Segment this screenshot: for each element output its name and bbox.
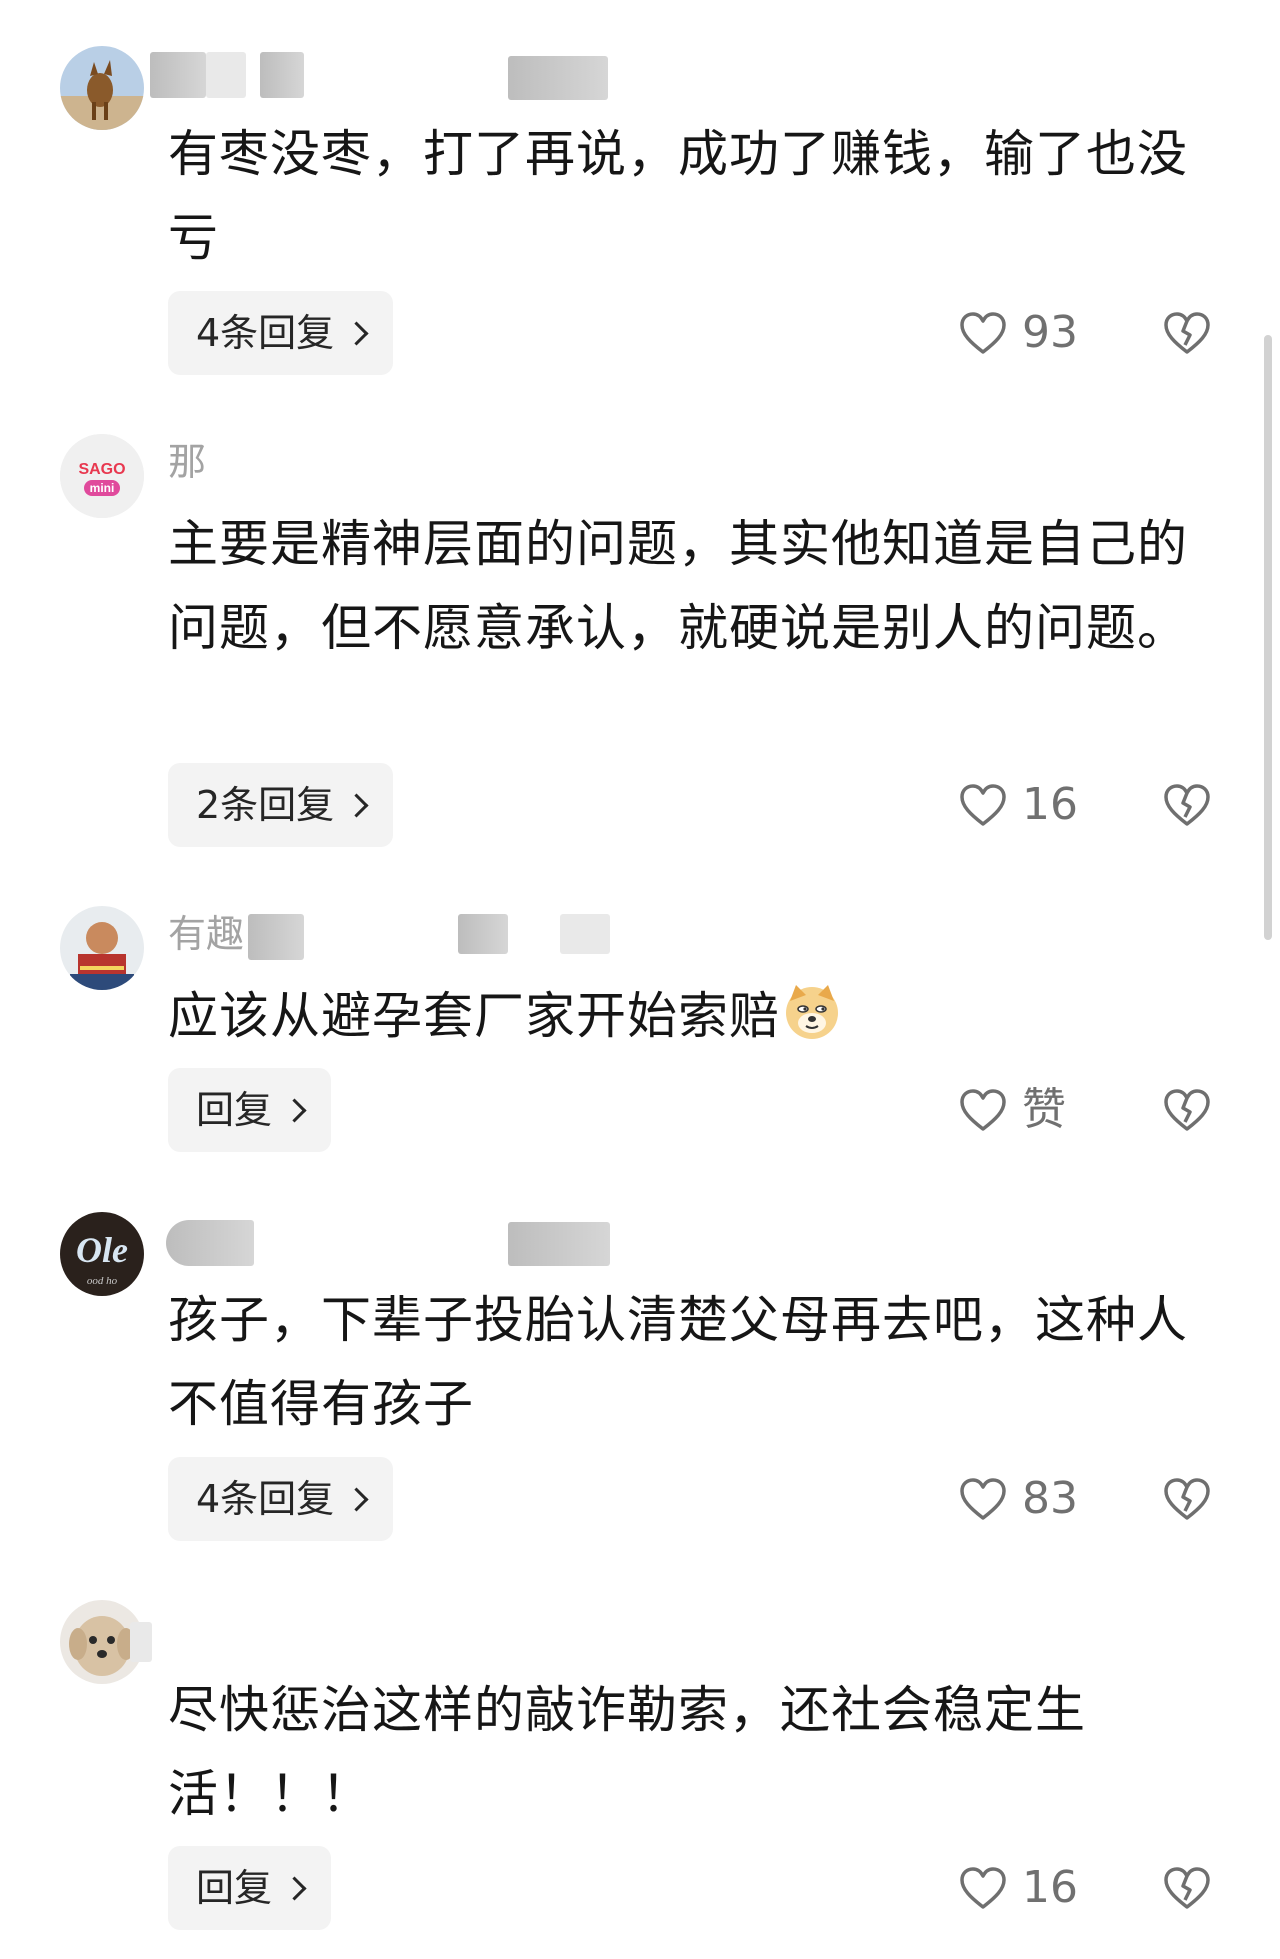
comment-text: 主要是精神层面的问题，其实他知道是自己的问题，但不愿意承认，就硬说是别人的问题。 [168, 515, 1188, 657]
reply-label: 2条回复 [196, 783, 335, 827]
dog-photo-avatar-icon [60, 46, 144, 130]
reply-label: 回复 [196, 1088, 273, 1132]
like-button[interactable]: 赞 [958, 1068, 1066, 1152]
reply-label: 4条回复 [196, 1477, 335, 1521]
heart-icon [960, 312, 1006, 354]
comment-text: 有枣没枣，打了再说，成功了赚钱，输了也没亏 [168, 125, 1188, 267]
broken-heart-icon [1164, 1089, 1210, 1131]
doge-emoji-icon [786, 985, 838, 1039]
avatar[interactable] [60, 906, 144, 990]
like-button[interactable]: 16 [958, 1846, 1078, 1930]
reply-label: 4条回复 [196, 311, 335, 355]
ole-neon-sign-avatar-icon: Ole ood ho [60, 1212, 144, 1296]
dislike-button[interactable] [1162, 1457, 1212, 1541]
svg-text:SAGO: SAGO [78, 461, 125, 478]
heart-icon [960, 1089, 1006, 1131]
chevron-right-icon [282, 1875, 307, 1901]
avatar[interactable]: Ole ood ho [60, 1212, 144, 1296]
like-button[interactable]: 83 [958, 1457, 1078, 1541]
comment-text-content: 应该从避孕套厂家开始索赔 [168, 987, 780, 1045]
dislike-button[interactable] [1162, 1846, 1212, 1930]
username[interactable]: 那 [168, 438, 206, 486]
redacted-meta [458, 914, 508, 954]
view-replies-button[interactable]: 2条回复 [168, 763, 394, 847]
redacted-meta [560, 914, 610, 954]
heart-icon [960, 784, 1006, 826]
person-photo-avatar-icon [60, 906, 144, 990]
redacted-username [150, 52, 206, 98]
broken-heart-icon [1164, 784, 1210, 826]
dislike-button[interactable] [1162, 1068, 1212, 1152]
avatar[interactable] [60, 46, 144, 130]
heart-icon [960, 1867, 1006, 1909]
username[interactable]: 有趣 [168, 910, 244, 958]
avatar[interactable]: SAGO mini [60, 434, 144, 518]
reply-button[interactable]: 回复 [168, 1846, 332, 1930]
broken-heart-icon [1164, 1867, 1210, 1909]
redacted-username [130, 1622, 152, 1662]
dislike-button[interactable] [1162, 763, 1212, 847]
heart-icon [960, 1478, 1006, 1520]
like-count: 16 [1022, 779, 1078, 830]
view-replies-button[interactable]: 4条回复 [168, 1457, 394, 1541]
svg-text:ood ho: ood ho [87, 1275, 118, 1287]
like-count: 93 [1022, 307, 1078, 358]
like-button[interactable]: 93 [958, 291, 1078, 375]
chevron-right-icon [344, 792, 369, 818]
dislike-button[interactable] [1162, 291, 1212, 375]
redacted-meta [508, 1222, 610, 1266]
redacted-username [260, 52, 304, 98]
redacted-username [166, 1220, 254, 1266]
svg-text:mini: mini [90, 481, 115, 495]
like-count: 83 [1022, 1473, 1078, 1524]
reply-label: 回复 [196, 1866, 273, 1910]
view-replies-button[interactable]: 4条回复 [168, 291, 394, 375]
like-button[interactable]: 16 [958, 763, 1078, 847]
redacted-username [206, 52, 246, 98]
like-count: 赞 [1022, 1084, 1066, 1135]
sago-mini-logo-icon: SAGO mini [60, 434, 144, 518]
comment-text: 孩子，下辈子投胎认清楚父母再去吧，这种人不值得有孩子 [168, 1291, 1188, 1433]
broken-heart-icon [1164, 1478, 1210, 1520]
redacted-meta [508, 56, 608, 100]
chevron-right-icon [282, 1097, 307, 1123]
broken-heart-icon [1164, 312, 1210, 354]
reply-button[interactable]: 回复 [168, 1068, 332, 1152]
redacted-username [248, 914, 304, 960]
scrollbar[interactable] [1264, 335, 1272, 940]
chevron-right-icon [344, 320, 369, 346]
svg-text:Ole: Ole [76, 1230, 128, 1270]
comment-text: 尽快惩治这样的敲诈勒索，还社会稳定生活！！！ [168, 1681, 1086, 1823]
comment-text: 应该从避孕套厂家开始索赔 [168, 974, 1228, 1058]
like-count: 16 [1022, 1862, 1078, 1913]
chevron-right-icon [344, 1486, 369, 1512]
